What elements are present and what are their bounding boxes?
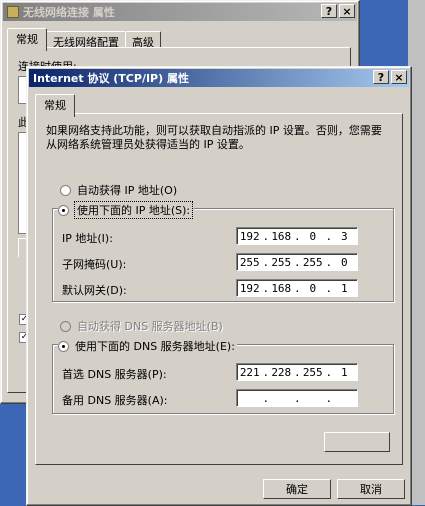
- close-button[interactable]: ×: [391, 70, 407, 84]
- gateway-octet[interactable]: 1: [332, 282, 358, 295]
- dialog-title: Internet 协议 (TCP/IP) 属性: [33, 72, 189, 85]
- ip-octet[interactable]: 3: [332, 230, 358, 243]
- gateway-label: 默认网关(D):: [62, 284, 127, 297]
- network-icon: [7, 6, 19, 18]
- preferred-dns-octet[interactable]: 221: [237, 366, 263, 379]
- auto-ip-radio[interactable]: [60, 184, 71, 196]
- ip-octet[interactable]: 192: [237, 230, 263, 243]
- auto-dns-option[interactable]: 自动获得 DNS 服务器地址(B): [60, 318, 223, 334]
- manual-dns-radio[interactable]: [58, 340, 69, 352]
- manual-ip-option[interactable]: 使用下面的 IP 地址(S):: [58, 201, 195, 219]
- ip-address-label: IP 地址(I):: [62, 232, 113, 245]
- tcpip-properties-dialog: Internet 协议 (TCP/IP) 属性 ? × 常规 如果网络支持此功能…: [26, 66, 412, 506]
- background-title: 无线网络连接 属性: [23, 6, 115, 19]
- manual-dns-option[interactable]: 使用下面的 DNS 服务器地址(E):: [58, 338, 237, 354]
- preferred-dns-field[interactable]: 221. 228. 255. 1: [236, 363, 358, 381]
- manual-dns-label: 使用下面的 DNS 服务器地址(E):: [75, 340, 235, 353]
- background-titlebar: 无线网络连接 属性 ? ×: [3, 3, 357, 21]
- auto-ip-option[interactable]: 自动获得 IP 地址(O): [60, 182, 177, 198]
- tab-general[interactable]: 常规: [35, 94, 75, 117]
- description-text: 如果网络支持此功能，则可以获取自动指派的 IP 设置。否则，您需要从网络系统管理…: [46, 124, 382, 151]
- ip-octet[interactable]: 0: [300, 230, 326, 243]
- subnet-octet[interactable]: 255: [237, 256, 263, 269]
- cancel-button[interactable]: 取消: [337, 479, 405, 499]
- advanced-button[interactable]: [324, 432, 390, 452]
- preferred-dns-octet[interactable]: 255: [300, 366, 326, 379]
- subnet-octet[interactable]: 255: [269, 256, 295, 269]
- manual-ip-radio[interactable]: [58, 204, 69, 216]
- gateway-octet[interactable]: 168: [269, 282, 295, 295]
- subnet-octet[interactable]: 255: [300, 256, 326, 269]
- subnet-mask-field[interactable]: 255. 255. 255. 0: [236, 253, 358, 271]
- gateway-field[interactable]: 192. 168. 0. 1: [236, 279, 358, 297]
- background-close-button[interactable]: ×: [339, 4, 355, 18]
- subnet-octet[interactable]: 0: [332, 256, 358, 269]
- auto-dns-label: 自动获得 DNS 服务器地址(B): [77, 320, 223, 333]
- ip-address-field[interactable]: 192. 168. 0. 3: [236, 227, 358, 245]
- gateway-octet[interactable]: 0: [300, 282, 326, 295]
- alternate-dns-label: 备用 DNS 服务器(A):: [62, 394, 168, 407]
- preferred-dns-octet[interactable]: 228: [269, 366, 295, 379]
- dialog-tabs: 常规: [35, 94, 75, 117]
- auto-dns-radio[interactable]: [60, 320, 71, 332]
- background-help-button[interactable]: ?: [321, 4, 337, 18]
- help-button[interactable]: ?: [373, 70, 389, 84]
- ok-button[interactable]: 确定: [263, 479, 331, 499]
- ip-octet[interactable]: 168: [269, 230, 295, 243]
- gateway-octet[interactable]: 192: [237, 282, 263, 295]
- dialog-titlebar: Internet 协议 (TCP/IP) 属性 ? ×: [29, 69, 409, 87]
- preferred-dns-octet[interactable]: 1: [332, 366, 358, 379]
- alternate-dns-field[interactable]: . . .: [236, 389, 358, 407]
- manual-ip-label: 使用下面的 IP 地址(S):: [73, 201, 194, 219]
- subnet-mask-label: 子网掩码(U):: [62, 258, 127, 271]
- auto-ip-label: 自动获得 IP 地址(O): [77, 184, 178, 197]
- preferred-dns-label: 首选 DNS 服务器(P):: [62, 368, 167, 381]
- general-tab-panel: 如果网络支持此功能，则可以获取自动指派的 IP 设置。否则，您需要从网络系统管理…: [35, 113, 403, 465]
- tab-general-bg[interactable]: 常规: [7, 28, 47, 51]
